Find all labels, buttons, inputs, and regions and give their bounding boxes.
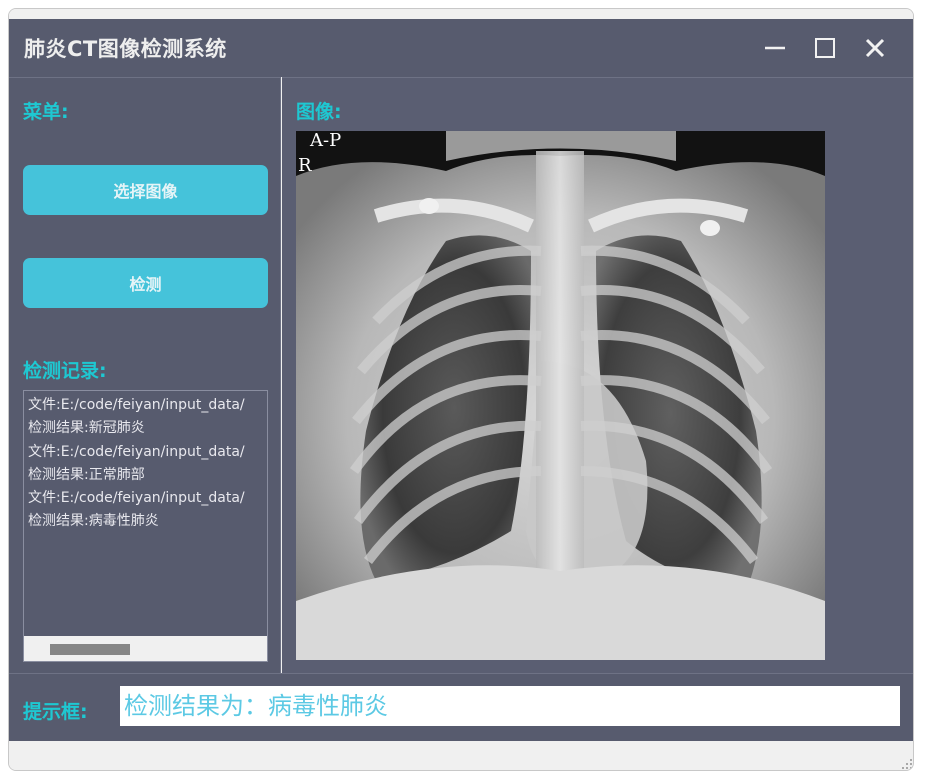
log-line: 检测结果:正常肺部 [28,466,145,483]
detect-button[interactable]: 检测 [23,258,268,308]
xray-image: A-P R [296,131,825,660]
maximize-icon [815,38,835,58]
maximize-button[interactable] [808,31,842,65]
menu-panel: 菜单: 选择图像 检测 检测记录: 文件:E:/code/feiyan/inpu… [9,77,281,673]
prompt-panel: 提示框: 检测结果为：病毒性肺炎 [9,673,913,741]
select-image-button[interactable]: 选择图像 [23,165,268,215]
horizontal-scrollbar[interactable] [24,636,267,661]
image-label: 图像: [296,101,342,123]
xray-marker-r: R [298,155,312,176]
close-button[interactable] [858,31,892,65]
log-lines: 文件:E:/code/feiyan/input_data/ 检测结果:新冠肺炎 … [28,394,245,534]
resize-grip-icon[interactable] [901,758,913,770]
title-bar[interactable]: 肺炎CT图像检测系统 [9,9,913,77]
menu-label: 菜单: [23,101,69,123]
minimize-icon [765,46,785,50]
minimize-button[interactable] [758,31,792,65]
log-line: 文件:E:/code/feiyan/input_data/ [28,490,245,507]
log-line: 文件:E:/code/feiyan/input_data/ [28,397,245,413]
app-window: 肺炎CT图像检测系统 菜单: 选择图像 检测 检测记录: 文件:E:/code/… [8,8,914,771]
status-bar [9,741,913,770]
log-line: 文件:E:/code/feiyan/input_data/ [28,443,245,460]
detection-log[interactable]: 文件:E:/code/feiyan/input_data/ 检测结果:新冠肺炎 … [23,390,268,662]
image-panel: 图像: A-P R [282,77,913,673]
log-line: 检测结果:新冠肺炎 [28,420,145,437]
prompt-label: 提示框: [23,701,88,723]
window-title: 肺炎CT图像检测系统 [24,37,227,61]
close-icon [865,38,885,58]
records-label: 检测记录: [23,360,107,382]
scrollbar-thumb[interactable] [50,644,130,655]
log-line: 检测结果:病毒性肺炎 [28,513,159,530]
result-display: 检测结果为：病毒性肺炎 [120,686,900,726]
xray-marker-ap: A-P [309,131,341,151]
